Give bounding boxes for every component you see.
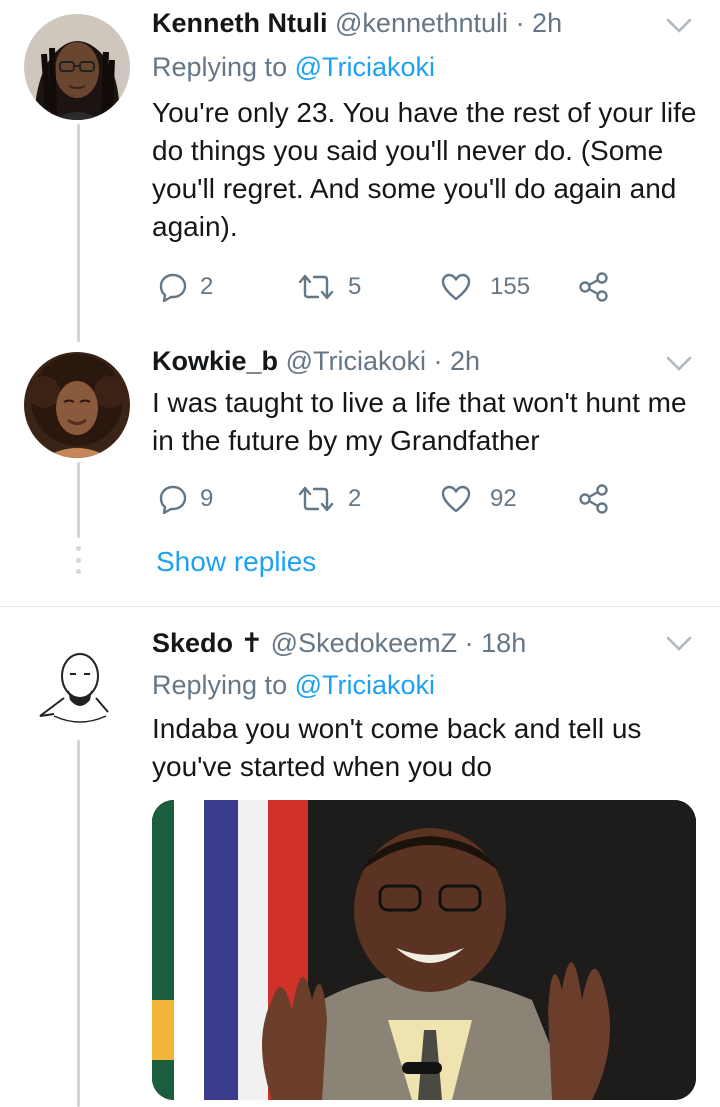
reply-icon: [159, 485, 187, 514]
retweet-icon: [298, 486, 334, 512]
replying-to-mention[interactable]: @Triciakoki: [295, 52, 435, 82]
user-handle[interactable]: @Triciakoki: [286, 346, 426, 376]
avatar[interactable]: [24, 14, 130, 120]
reply-count: 2: [200, 273, 214, 300]
user-handle[interactable]: @SkedokeemZ: [271, 628, 457, 658]
replying-to: Replying to @Triciakoki: [152, 668, 435, 702]
retweet-count: 2: [348, 485, 362, 512]
avatar[interactable]: [24, 352, 130, 458]
display-name[interactable]: Kowkie_b: [152, 346, 278, 376]
timestamp[interactable]: · 18h: [465, 628, 527, 658]
chevron-down-icon[interactable]: [666, 18, 692, 34]
display-name[interactable]: Skedo ✝: [152, 628, 263, 658]
reply-count: 9: [200, 485, 214, 512]
thread-line: [77, 462, 80, 538]
reply-button[interactable]: 9: [158, 482, 213, 516]
user-handle[interactable]: @kennethntuli: [335, 8, 508, 38]
retweet-count: 5: [348, 273, 362, 300]
heart-icon: [441, 273, 471, 301]
tweet-divider: [0, 606, 720, 607]
share-button[interactable]: [578, 270, 610, 304]
thread-line: [77, 740, 80, 1107]
retweet-button[interactable]: 2: [296, 482, 361, 516]
display-name[interactable]: Kenneth Ntuli: [152, 8, 328, 38]
like-count: 92: [490, 485, 517, 512]
replying-to-mention[interactable]: @Triciakoki: [295, 670, 435, 700]
man-avatar-icon: [24, 14, 130, 120]
tweet-header: Kenneth Ntuli @kennethntuli · 2h: [152, 6, 562, 40]
tweet-media-photo[interactable]: [152, 800, 696, 1100]
like-count: 155: [490, 273, 531, 300]
avatar[interactable]: [24, 632, 130, 738]
chevron-down-icon[interactable]: [666, 356, 692, 372]
tweet-header: Skedo ✝ @SkedokeemZ · 18h: [152, 626, 526, 660]
tweet-text: I was taught to live a life that won't h…: [152, 387, 687, 456]
share-icon: [579, 484, 608, 514]
show-replies-link[interactable]: Show replies: [156, 544, 316, 580]
like-button[interactable]: 92: [440, 482, 517, 516]
like-button[interactable]: 155: [440, 270, 530, 304]
reply-button[interactable]: 2: [158, 270, 213, 304]
heart-icon: [441, 485, 471, 513]
replying-to-label: Replying to: [152, 52, 288, 82]
tweet-text: Indaba you won't come back and tell us y…: [152, 713, 642, 782]
photo-of-laughing-man-icon: [152, 800, 696, 1100]
reply-icon: [159, 273, 187, 302]
replying-to: Replying to @Triciakoki: [152, 50, 435, 84]
sketch-avatar-icon: [24, 632, 130, 738]
thread-line: [77, 124, 80, 342]
share-icon: [579, 272, 608, 302]
replying-to-label: Replying to: [152, 670, 288, 700]
share-button[interactable]: [578, 482, 610, 516]
timestamp[interactable]: · 2h: [516, 8, 563, 38]
tweet-text: You're only 23. You have the rest of you…: [152, 97, 697, 242]
woman-avatar-icon: [24, 352, 130, 458]
tweet-header: Kowkie_b @Triciakoki · 2h: [152, 344, 480, 378]
retweet-icon: [298, 274, 334, 300]
timestamp[interactable]: · 2h: [434, 346, 481, 376]
retweet-button[interactable]: 5: [296, 270, 361, 304]
chevron-down-icon[interactable]: [666, 636, 692, 652]
thread-continuation-dots: [75, 546, 81, 574]
